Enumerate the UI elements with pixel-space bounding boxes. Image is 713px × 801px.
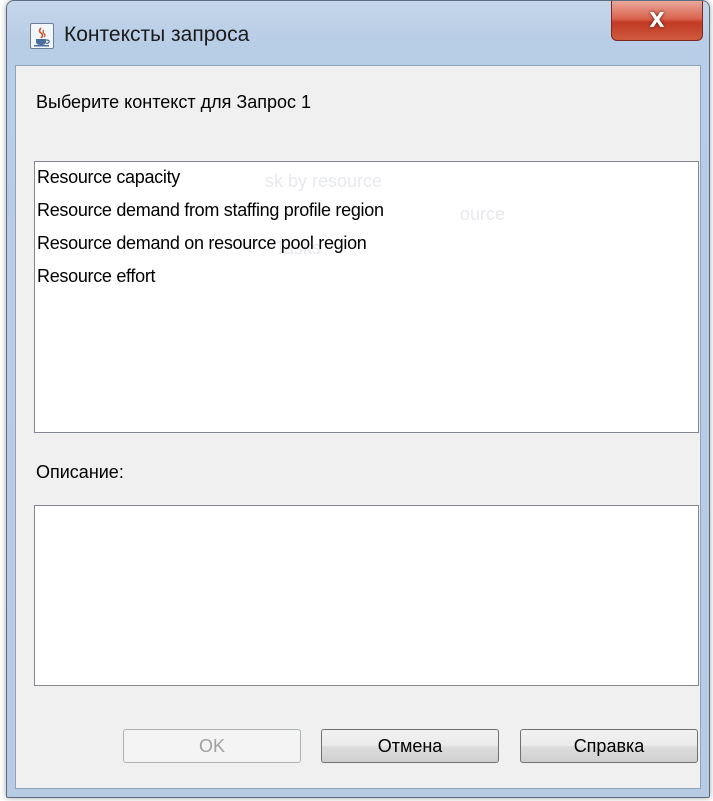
ghost-text: sk by resource <box>265 171 383 191</box>
context-list-item[interactable]: Resource capacity <box>37 167 180 188</box>
context-list-item[interactable]: Resource effort <box>37 266 156 287</box>
java-cup-icon <box>30 23 54 49</box>
prompt-label: Выберите контекст для Запрос 1 <box>36 92 312 112</box>
dialog-content: Выберите контекст для Запрос 1 sk by res… <box>15 65 701 789</box>
close-button[interactable]: X <box>611 1 703 41</box>
ok-button[interactable]: OK <box>123 729 301 763</box>
description-label: Описание: <box>36 462 124 482</box>
ghost-text: ource <box>460 204 506 224</box>
cancel-button[interactable]: Отмена <box>321 729 499 763</box>
window-title: Контексты запроса <box>64 23 250 46</box>
help-button[interactable]: Справка <box>520 729 698 763</box>
context-list-item[interactable]: Resource demand from staffing profile re… <box>37 200 384 221</box>
context-list[interactable]: sk by resource ource Tasks Resource capa… <box>34 161 699 433</box>
context-list-item[interactable]: Resource demand on resource pool region <box>37 233 367 254</box>
title-bar[interactable]: Контексты запроса X <box>7 1 709 65</box>
dialog-window: Контексты запроса X Выберите контекст дл… <box>6 0 710 798</box>
description-field <box>34 505 699 686</box>
